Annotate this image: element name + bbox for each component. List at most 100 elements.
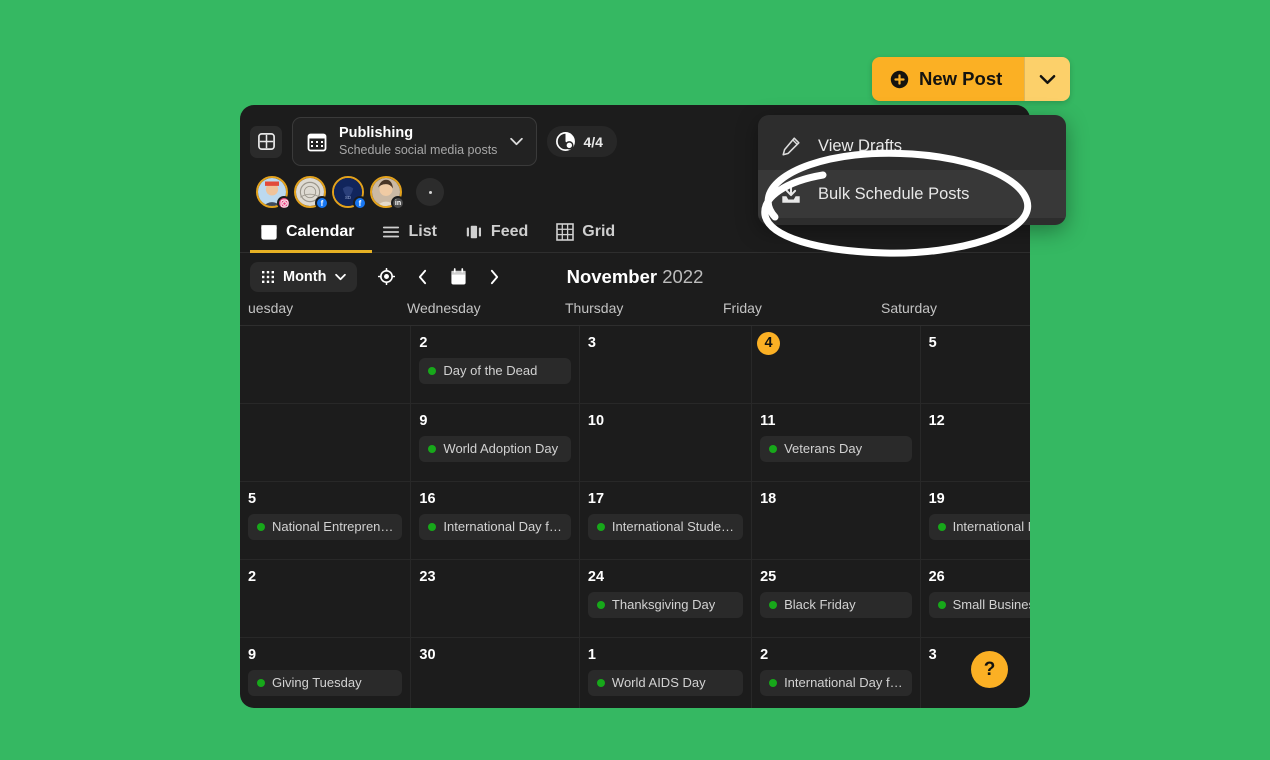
tab-grid[interactable]: Grid <box>546 219 633 253</box>
calendar-event-label: Thanksgiving Day <box>611 597 716 612</box>
calendar-event[interactable]: Day of the Dead <box>419 358 571 384</box>
tab-calendar[interactable]: Calendar <box>250 218 373 253</box>
event-dot-icon <box>257 522 265 531</box>
event-dot-icon <box>769 678 778 687</box>
calendar-range-selector[interactable]: Month <box>250 261 358 292</box>
calendar-event-label: Giving Tuesday <box>272 675 362 690</box>
calendar-day-cell[interactable]: 9 World Adoption Day <box>411 404 580 482</box>
new-post-dropdown-toggle[interactable] <box>1024 57 1071 101</box>
target-locate-icon[interactable] <box>371 262 401 292</box>
question-mark-icon: ? <box>983 658 996 680</box>
calendar-day-cell[interactable]: 5 National Entrepren… <box>240 482 412 560</box>
event-dot-icon <box>596 522 605 531</box>
grid-apps-icon[interactable] <box>250 125 282 158</box>
calendar-day-cell[interactable]: 2 International Day f… <box>752 638 921 708</box>
event-dot-icon <box>937 600 946 609</box>
facebook-badge-icon: f <box>315 196 329 210</box>
instagram-badge-icon <box>277 196 291 210</box>
tab-list[interactable]: List <box>372 219 454 253</box>
new-post-dropdown-menu: View Drafts Bulk Schedule Posts <box>758 115 1066 225</box>
account-avatar-2[interactable]: f <box>294 176 329 210</box>
calendar-day-cell[interactable]: 2 Day of the Dead <box>411 326 580 404</box>
calendar-day-cell[interactable]: 30 <box>411 638 580 708</box>
calendar-event[interactable]: International Men's… <box>928 514 1030 540</box>
account-avatar-1[interactable] <box>256 176 291 210</box>
svg-text:SD: SD <box>345 195 351 200</box>
calendar-event[interactable]: World Adoption Day <box>419 436 571 462</box>
new-post-button-group[interactable]: New Post <box>872 57 1071 101</box>
calendar-event[interactable]: National Entrepren… <box>248 514 403 540</box>
calendar-day-cell[interactable]: 19 International Men's… <box>920 482 1030 560</box>
calendar-event[interactable]: International Day f… <box>760 670 912 696</box>
calendar-day-number: 5 <box>248 491 257 507</box>
calendar-day-cell[interactable]: 18 <box>752 482 921 560</box>
more-vertical-icon[interactable] <box>416 178 444 206</box>
connected-accounts-pill[interactable]: 4/4 <box>547 126 617 157</box>
new-post-button[interactable]: New Post <box>872 57 1025 101</box>
calendar-event-label: Day of the Dead <box>443 363 538 378</box>
event-dot-icon <box>769 444 778 453</box>
calendar-event[interactable]: International Day f… <box>419 514 571 540</box>
calendar-icon[interactable] <box>443 262 473 292</box>
calendar-event[interactable]: Giving Tuesday <box>248 670 403 696</box>
event-dot-icon <box>596 678 605 687</box>
chevron-left-icon[interactable] <box>407 262 437 292</box>
calendar-day-cell[interactable]: 11 Veterans Day <box>752 404 921 482</box>
calendar-day-cell[interactable]: 23 <box>411 560 580 638</box>
facebook-badge-icon: f <box>353 196 367 210</box>
chevron-right-icon[interactable] <box>479 262 509 292</box>
calendar-day-cell[interactable]: 16 International Day f… <box>411 482 580 560</box>
calendar-year: 2022 <box>662 265 704 287</box>
calendar-day-cell[interactable]: 25 Black Friday <box>752 560 921 638</box>
calendar-toolbar: Month November 2022 <box>240 253 1030 300</box>
calendar-event[interactable]: World AIDS Day <box>587 670 744 696</box>
event-dot-icon <box>596 600 605 609</box>
menu-item-view-drafts[interactable]: View Drafts <box>758 122 1066 170</box>
calendar-day-number: 3 <box>928 647 937 663</box>
workspace-title: Publishing <box>339 125 414 141</box>
help-button[interactable]: ? <box>971 651 1008 688</box>
menu-item-bulk-schedule-posts[interactable]: Bulk Schedule Posts <box>758 170 1066 218</box>
pencil-icon <box>780 135 802 157</box>
menu-item-bulk-schedule-posts-label: Bulk Schedule Posts <box>818 184 970 203</box>
calendar-day-cell[interactable]: 24 Thanksgiving Day <box>579 560 753 638</box>
calendar-day-cell[interactable]: 26 Small Business Sat… <box>920 560 1030 638</box>
list-icon <box>382 224 400 240</box>
calendar-day-cell[interactable]: 2 <box>240 560 412 638</box>
calendar-day-cell[interactable]: 10 <box>579 404 753 482</box>
calendar-event[interactable]: Black Friday <box>760 592 912 618</box>
calendar-day-number: 24 <box>587 569 605 585</box>
calendar-day-cell[interactable] <box>240 404 412 482</box>
calendar-day-number: 9 <box>419 413 428 429</box>
calendar-grid: 2 Day of the Dead 3 4 5 9 World Adoption Day 10… <box>240 326 1030 708</box>
calendar-event[interactable]: Small Business Sat… <box>928 592 1030 618</box>
workspace-selector[interactable]: Publishing Schedule social media posts <box>292 117 538 166</box>
calendar-day-cell[interactable]: 17 International Stude… <box>579 482 753 560</box>
calendar-event[interactable]: Veterans Day <box>760 436 912 462</box>
calendar-day-cell[interactable]: 12 <box>920 404 1030 482</box>
calendar-event-label: International Men's… <box>952 519 1030 534</box>
calendar-event-label: Small Business Sat… <box>952 597 1030 612</box>
calendar-event[interactable]: Thanksgiving Day <box>587 592 744 618</box>
event-dot-icon <box>428 522 437 531</box>
calendar-event-label: International Stude… <box>611 519 735 534</box>
calendar-event-label: World Adoption Day <box>443 441 559 456</box>
account-avatar-3[interactable]: SD f <box>332 176 367 210</box>
calendar-event[interactable]: International Stude… <box>587 514 744 540</box>
event-dot-icon <box>769 600 778 609</box>
calendar-day-number: 26 <box>928 569 945 585</box>
tab-feed[interactable]: Feed <box>455 219 546 253</box>
calendar-day-cell[interactable]: 5 <box>920 326 1030 404</box>
new-post-label: New Post <box>919 68 1003 89</box>
calendar-day-cell[interactable] <box>240 326 412 404</box>
calendar-day-number: 2 <box>419 335 428 351</box>
accounts-circle-icon <box>555 131 576 152</box>
calendar-event-label: Black Friday <box>784 597 856 612</box>
calendar-day-number: 10 <box>587 413 605 429</box>
calendar-day-cell[interactable]: 9 Giving Tuesday <box>240 638 412 708</box>
calendar-day-cell[interactable]: 1 World AIDS Day <box>580 638 753 708</box>
calendar-day-cell[interactable]: 3 <box>579 326 753 404</box>
tab-list-label: List <box>408 223 437 240</box>
account-avatar-4[interactable]: in <box>370 176 405 210</box>
calendar-day-cell[interactable]: 4 <box>752 326 921 404</box>
